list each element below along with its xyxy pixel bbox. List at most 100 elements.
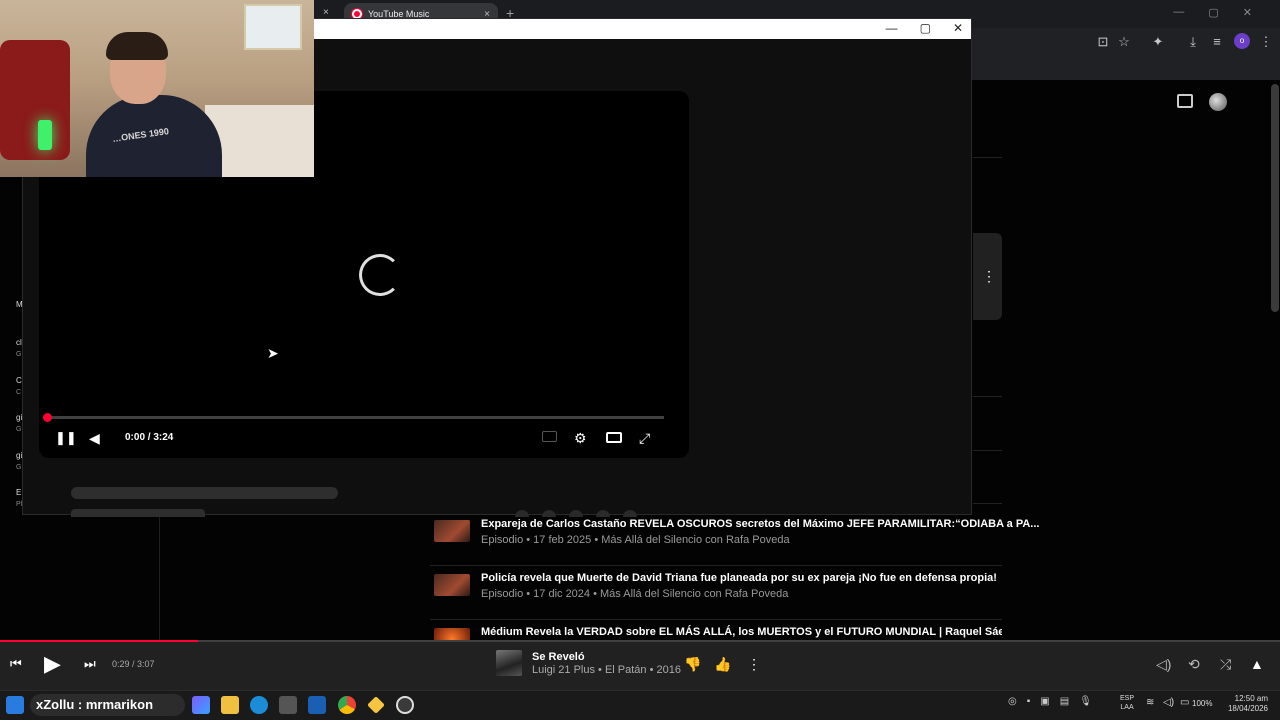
wifi-icon[interactable]: ≋ xyxy=(1146,697,1154,708)
list-item[interactable]: Médium Revela la VERDAD sobre EL MÁS ALL… xyxy=(430,620,1002,640)
app-tray-icon[interactable]: ◎ xyxy=(1008,696,1017,707)
app-tray-icon[interactable]: ▤ xyxy=(1060,696,1069,707)
loading-placeholder xyxy=(71,487,338,499)
clock-time: 12:50 am xyxy=(1234,694,1268,703)
minimize-button[interactable]: — xyxy=(1173,6,1184,19)
language-code: ESP xyxy=(1120,695,1135,702)
episode-title[interactable]: Expareja de Carlos Castaño REVELA OSCURO… xyxy=(481,518,1039,530)
fullscreen-icon[interactable]: ⤢ xyxy=(639,430,650,447)
outlook-icon[interactable] xyxy=(308,696,326,714)
episode-thumbnail xyxy=(434,628,470,640)
nvidia-icon[interactable]: ▪ xyxy=(1027,696,1031,707)
episode-thumbnail xyxy=(434,520,470,542)
repeat-icon[interactable]: ⟲ xyxy=(1188,656,1200,673)
star-icon[interactable]: ☆ xyxy=(1116,34,1132,50)
close-tab-icon[interactable]: × xyxy=(323,7,329,18)
song-title[interactable]: Se Reveló xyxy=(532,651,585,663)
divider xyxy=(973,157,1002,158)
sidebar-item-sub: G xyxy=(16,426,22,433)
microphone-icon[interactable]: 🎙 xyxy=(1079,696,1092,707)
app-tray-icon[interactable]: ▣ xyxy=(1040,696,1049,707)
media-icon[interactable]: ≡ xyxy=(1209,34,1225,50)
chrome-icon[interactable] xyxy=(338,696,356,714)
song-progress-fill xyxy=(0,640,199,642)
widgets-icon[interactable] xyxy=(6,696,24,714)
copilot-icon[interactable] xyxy=(192,696,210,714)
battery-icon[interactable]: ▭ xyxy=(1180,697,1189,708)
scrollbar[interactable] xyxy=(1271,84,1279,312)
sidebar-item-label[interactable]: C xyxy=(16,376,22,385)
progress-scrubber[interactable] xyxy=(43,413,52,422)
subtitles-icon[interactable] xyxy=(542,431,557,442)
sidebar-item-label[interactable]: cl xyxy=(16,338,22,347)
clock-date: 18/04/2026 xyxy=(1227,704,1268,713)
loading-placeholder xyxy=(569,510,583,517)
video-progress-bar[interactable] xyxy=(46,416,664,419)
gaming-chair xyxy=(0,40,70,160)
store-icon[interactable] xyxy=(279,696,297,714)
edge-icon[interactable] xyxy=(250,696,268,714)
divider xyxy=(973,396,1002,397)
volume-icon[interactable]: ◀ xyxy=(89,430,100,447)
theater-mode-icon[interactable] xyxy=(606,432,622,443)
more-icon[interactable]: ⋮ xyxy=(982,268,996,285)
profile-avatar[interactable]: o xyxy=(1234,33,1250,49)
episode-subtitle: Episodio • 17 dic 2024 • Más Allá del Si… xyxy=(481,588,789,600)
extensions-icon[interactable]: ✦ xyxy=(1150,34,1166,50)
episode-title[interactable]: Médium Revela la VERDAD sobre EL MÁS ALL… xyxy=(481,626,1002,638)
sidebar-item-sub: G xyxy=(16,464,22,471)
settings-icon[interactable]: ⚙ xyxy=(574,430,587,447)
stream-overlay-name: xZollu : mrmarikon xyxy=(36,697,154,712)
next-track-icon[interactable]: ⏭ xyxy=(84,656,96,672)
more-icon[interactable]: ⋮ xyxy=(747,656,761,673)
language-indicator[interactable]: ESP LAA xyxy=(1120,694,1134,712)
song-time: 0:29 / 3:07 xyxy=(112,659,155,669)
loading-placeholder xyxy=(542,510,556,517)
clock[interactable]: 12:50 am 18/04/2026 xyxy=(1222,694,1268,714)
download-icon[interactable]: ⤓ xyxy=(1185,34,1201,50)
github-icon[interactable] xyxy=(396,696,414,714)
loading-placeholder xyxy=(596,510,610,517)
loading-placeholder xyxy=(71,509,205,517)
divider xyxy=(973,450,1002,451)
install-icon[interactable]: ⊡ xyxy=(1095,34,1111,50)
dislike-icon[interactable]: 👎 xyxy=(684,656,701,673)
shuffle-icon[interactable]: ⤮ xyxy=(1220,656,1231,673)
loading-placeholder xyxy=(515,510,529,517)
file-explorer-icon[interactable] xyxy=(221,696,239,714)
list-item[interactable]: Expareja de Carlos Castaño REVELA OSCURO… xyxy=(430,512,1039,566)
expand-icon[interactable]: ▲ xyxy=(1250,656,1264,672)
menu-icon[interactable]: ⋮ xyxy=(1258,34,1274,50)
previous-track-icon[interactable]: ⏮ xyxy=(10,656,22,672)
browser-window-controls: — ▢ ✕ xyxy=(1173,6,1252,19)
popup-window-controls: — ▢ ✕ xyxy=(886,21,963,35)
like-icon[interactable]: 👍 xyxy=(714,656,731,673)
close-button[interactable]: ✕ xyxy=(1243,6,1252,19)
sidebar-item-label[interactable]: E xyxy=(16,488,21,497)
loading-placeholder xyxy=(623,510,637,517)
volume-icon[interactable]: ◁) xyxy=(1156,656,1171,673)
green-light xyxy=(38,120,52,150)
system-tray: ◎ ▪ ▣ ▤ 🎙 xyxy=(1008,696,1092,707)
video-time: 0:00 / 3:24 xyxy=(125,432,174,443)
list-item[interactable]: Policía revela que Muerte de David Trian… xyxy=(430,566,1002,620)
episode-thumbnail xyxy=(434,574,470,596)
battery-level: 100% xyxy=(1192,699,1213,708)
wall-poster xyxy=(244,4,302,50)
maximize-button[interactable]: ▢ xyxy=(1208,6,1218,19)
minimize-button[interactable]: — xyxy=(886,21,898,35)
close-button[interactable]: ✕ xyxy=(953,21,963,35)
speaker-icon[interactable]: ◁) xyxy=(1163,697,1174,708)
streamer-hair xyxy=(106,32,168,60)
sidebar-item-sub: C xyxy=(16,389,22,396)
episode-title[interactable]: Policía revela que Muerte de David Trian… xyxy=(481,572,997,584)
divider xyxy=(973,503,1002,504)
maximize-button[interactable]: ▢ xyxy=(920,21,931,35)
album-art[interactable] xyxy=(496,650,522,676)
pause-icon[interactable]: ❚❚ xyxy=(55,430,77,446)
play-icon[interactable]: ▶ xyxy=(44,651,61,677)
cast-icon[interactable] xyxy=(1177,94,1193,108)
avatar[interactable] xyxy=(1209,93,1227,111)
episode-subtitle: Episodio • 17 feb 2025 • Más Allá del Si… xyxy=(481,534,790,546)
song-subtitle[interactable]: Luigi 21 Plus • El Patán • 2016 xyxy=(532,664,681,676)
